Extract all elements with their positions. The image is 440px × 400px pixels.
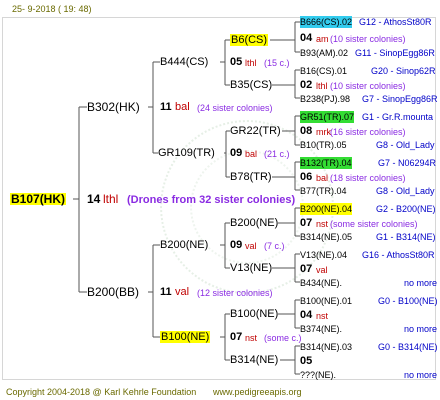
g4-generation: 04 [300, 309, 313, 321]
g4-note: (10 sister colonies) [330, 34, 406, 44]
g1-generation: 11 [160, 101, 172, 113]
g4-line-code: G12 - AthosSt80R [359, 17, 432, 27]
g2-queen-name[interactable]: B200(NE) [160, 239, 208, 251]
g2-generation: 07 [230, 331, 243, 343]
g4-father-name[interactable]: B434(NE). [300, 277, 342, 289]
g2-mark: val [245, 241, 257, 251]
g3-queen-name[interactable]: V13(NE) [230, 262, 272, 274]
g4-generation: 02 [300, 79, 313, 91]
g4-mark: lthl [316, 81, 328, 91]
g4-queen-name[interactable]: B132(TR).04 [300, 157, 352, 169]
g1-queen-name[interactable]: B302(HK) [87, 101, 140, 113]
root-mark: lthl [103, 192, 119, 206]
g4-line-code: G16 - AthosSt80R [362, 250, 435, 260]
g2-note: (some c.) [264, 333, 302, 343]
g2-generation: 09 [230, 147, 243, 159]
root-generation: 14 [87, 192, 101, 206]
g3-queen-name[interactable]: B200(NE) [230, 217, 278, 229]
g4-line-code: G0 - B314(NE) [378, 342, 438, 352]
g2-note: (15 c.) [264, 58, 290, 68]
g2-queen-name[interactable]: B100(NE) [160, 331, 211, 343]
g4-father-name[interactable]: B10(TR).05 [300, 139, 347, 151]
g1-note: (12 sister colonies) [197, 288, 273, 298]
g2-generation: 05 [230, 56, 243, 68]
g4-mark: mrk [316, 127, 331, 137]
g4-generation: 06 [300, 171, 313, 183]
g4-father-name[interactable]: B314(NE).05 [300, 231, 352, 243]
g4-generation: 07 [300, 263, 313, 275]
g4-queen-name[interactable]: B200(NE).04 [300, 203, 353, 215]
g4-note: (10 sister colonies) [330, 81, 406, 91]
g2-mark: nst [245, 333, 258, 343]
g4-generation: 05 [300, 355, 313, 367]
g4-father-code: no more [404, 370, 438, 380]
g4-queen-name[interactable]: B100(NE).01 [300, 295, 352, 307]
g2-note: (21 c.) [264, 149, 290, 159]
g4-mark: bal [316, 173, 329, 183]
g4-generation: 08 [300, 125, 313, 137]
g4-queen-name[interactable]: B666(CS).02 [300, 16, 353, 28]
g4-line-code: G0 - B100(NE) [378, 296, 438, 306]
g1-note: (24 sister colonies) [197, 103, 273, 113]
g4-mark: val [316, 265, 328, 275]
g4-father-code: G1 - B314(NE) [376, 232, 436, 242]
g4-father-code: G11 - SinopEgg86R [355, 48, 435, 58]
footer-site-link[interactable]: www.pedigreeapis.org [213, 386, 302, 398]
g1-mark: val [175, 286, 190, 298]
root-queen-name[interactable]: B107(HK) [10, 193, 67, 205]
g3-queen-name[interactable]: B6(CS) [230, 34, 269, 46]
root-drone-note: (Drones from 32 sister colonies) [127, 194, 296, 206]
g3-queen-name[interactable]: B35(CS) [230, 79, 272, 91]
footer-copyright: Copyright 2004-2018 @ Karl Kehrle Founda… [6, 387, 197, 397]
g4-father-code: G7 - SinopEgg86R [362, 94, 438, 104]
g4-father-code: no more [404, 278, 438, 288]
g1-mark: bal [175, 101, 190, 113]
g4-mark: nst [316, 311, 329, 321]
g4-father-code: G8 - Old_Lady [376, 186, 435, 196]
g3-queen-name[interactable]: B100(NE) [230, 308, 278, 320]
g4-generation: 04 [300, 32, 313, 44]
g4-note: (16 sister colonies) [330, 127, 406, 137]
g4-line-code: G20 - Sinop62R [371, 66, 436, 76]
g3-queen-name[interactable]: B314(NE) [230, 354, 278, 366]
g2-queen-name[interactable]: GR109(TR) [158, 147, 215, 159]
g4-note: (18 sister colonies) [330, 173, 406, 183]
g4-note: (some sister colonies) [330, 219, 418, 229]
g4-generation: 07 [300, 217, 313, 229]
g2-mark: lthl [245, 58, 257, 68]
header-date: 25- 9-2018 ( 19: 48) [12, 4, 92, 14]
g4-father-name[interactable]: B374(NE). [300, 323, 342, 335]
g3-queen-name[interactable]: B78(TR) [230, 171, 272, 183]
g2-note: (7 c.) [264, 241, 285, 251]
g4-father-code: G8 - Old_Lady [376, 140, 435, 150]
g4-queen-name[interactable]: B314(NE).03 [300, 341, 352, 353]
g1-queen-name[interactable]: B200(BB) [87, 286, 139, 298]
g2-mark: bal [245, 149, 258, 159]
g4-father-name[interactable]: B93(AM).02 [300, 47, 348, 59]
g2-queen-name[interactable]: B444(CS) [160, 56, 208, 68]
g1-generation: 11 [160, 286, 172, 298]
g4-queen-name[interactable]: B16(CS).01 [300, 65, 347, 77]
g4-father-name[interactable]: ???(NE). [300, 369, 336, 381]
g4-line-code: G7 - N06294R [378, 158, 437, 168]
g4-queen-name[interactable]: V13(NE).04 [300, 249, 347, 261]
g4-mark: nst [316, 219, 329, 229]
g4-line-code: G2 - B200(NE) [376, 204, 436, 214]
g4-line-code: G1 - Gr.R.mounta [362, 112, 434, 122]
g3-queen-name[interactable]: GR22(TR) [230, 125, 281, 137]
g4-queen-name[interactable]: GR51(TR).07 [300, 111, 355, 123]
g4-father-name[interactable]: B77(TR).04 [300, 185, 347, 197]
g4-father-name[interactable]: B238(PJ).98 [300, 93, 350, 105]
g4-mark: am [316, 34, 329, 44]
g4-father-code: no more [404, 324, 438, 334]
g2-generation: 09 [230, 239, 243, 251]
